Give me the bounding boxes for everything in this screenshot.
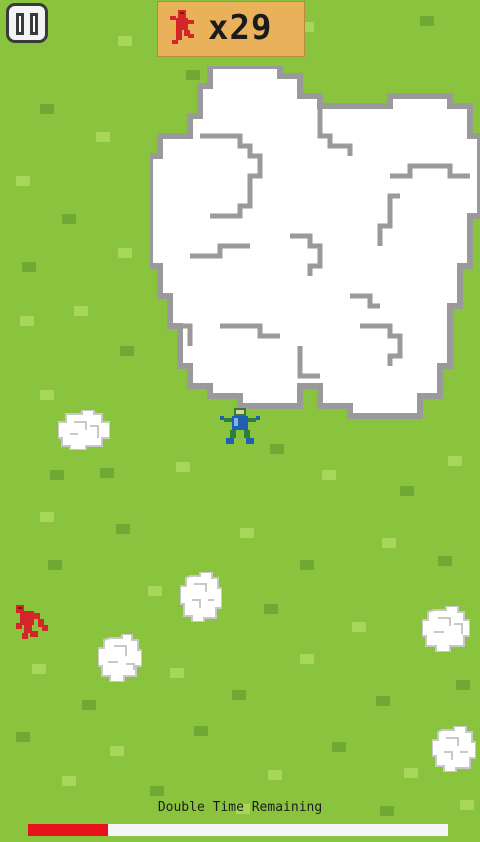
timer-bar-fill [28,824,108,836]
large-cloud [150,66,480,419]
player-character[interactable] [220,408,260,448]
grass-tuft [96,132,110,142]
grass-tuft [74,306,88,316]
grass-tuft [176,462,190,472]
grass-tuft [264,604,278,614]
red-runner-icon [170,10,194,44]
grass-tuft [456,680,470,690]
grass-tuft [16,732,30,742]
grass-tuft [118,36,132,46]
grass-tuft [20,316,34,326]
grass-tuft [438,556,452,566]
grass-tuft [40,512,54,522]
grass-tuft [240,528,254,538]
grass-tuft [32,664,46,674]
grass-tuft [50,470,64,480]
small-cloud [98,634,142,682]
grass-tuft [404,768,418,778]
grass-tuft [40,104,54,114]
grass-tuft [332,742,346,752]
grass-tuft [120,346,134,356]
grass-tuft [82,700,96,710]
small-cloud [422,606,470,652]
grass-tuft [16,176,30,186]
grass-tuft [40,390,54,400]
grass-tuft [270,444,284,454]
grass-tuft [448,456,462,466]
grass-tuft [268,770,282,780]
grass-tuft [48,560,62,570]
grass-tuft [400,486,414,496]
grass-tuft [148,586,162,596]
grass-tuft [322,470,336,480]
pause-button[interactable] [6,3,48,43]
grass-tuft [118,248,132,258]
grass-tuft [376,696,390,706]
small-cloud [58,410,110,450]
grass-tuft [420,16,434,26]
grass-tuft [352,622,366,632]
grass-tuft [100,468,114,478]
grass-tuft [62,214,76,224]
enemy-count: x29 [208,8,273,48]
grass-tuft [110,746,124,756]
grass-tuft [22,262,36,272]
timer-label: Double Time Remaining [157,800,323,815]
grass-tuft [300,654,314,664]
small-cloud [432,726,476,772]
grass-tuft [300,560,314,570]
grass-tuft [232,690,246,700]
enemy-character [16,605,48,639]
grass-tuft [194,726,208,736]
grass-tuft [150,786,164,796]
grass-tuft [116,524,130,534]
grass-tuft [382,538,396,548]
small-cloud [180,572,222,622]
grass-tuft [170,668,184,678]
grass-tuft [62,776,76,786]
timer-bar [28,824,448,836]
enemy-counter: x29 [157,1,305,57]
